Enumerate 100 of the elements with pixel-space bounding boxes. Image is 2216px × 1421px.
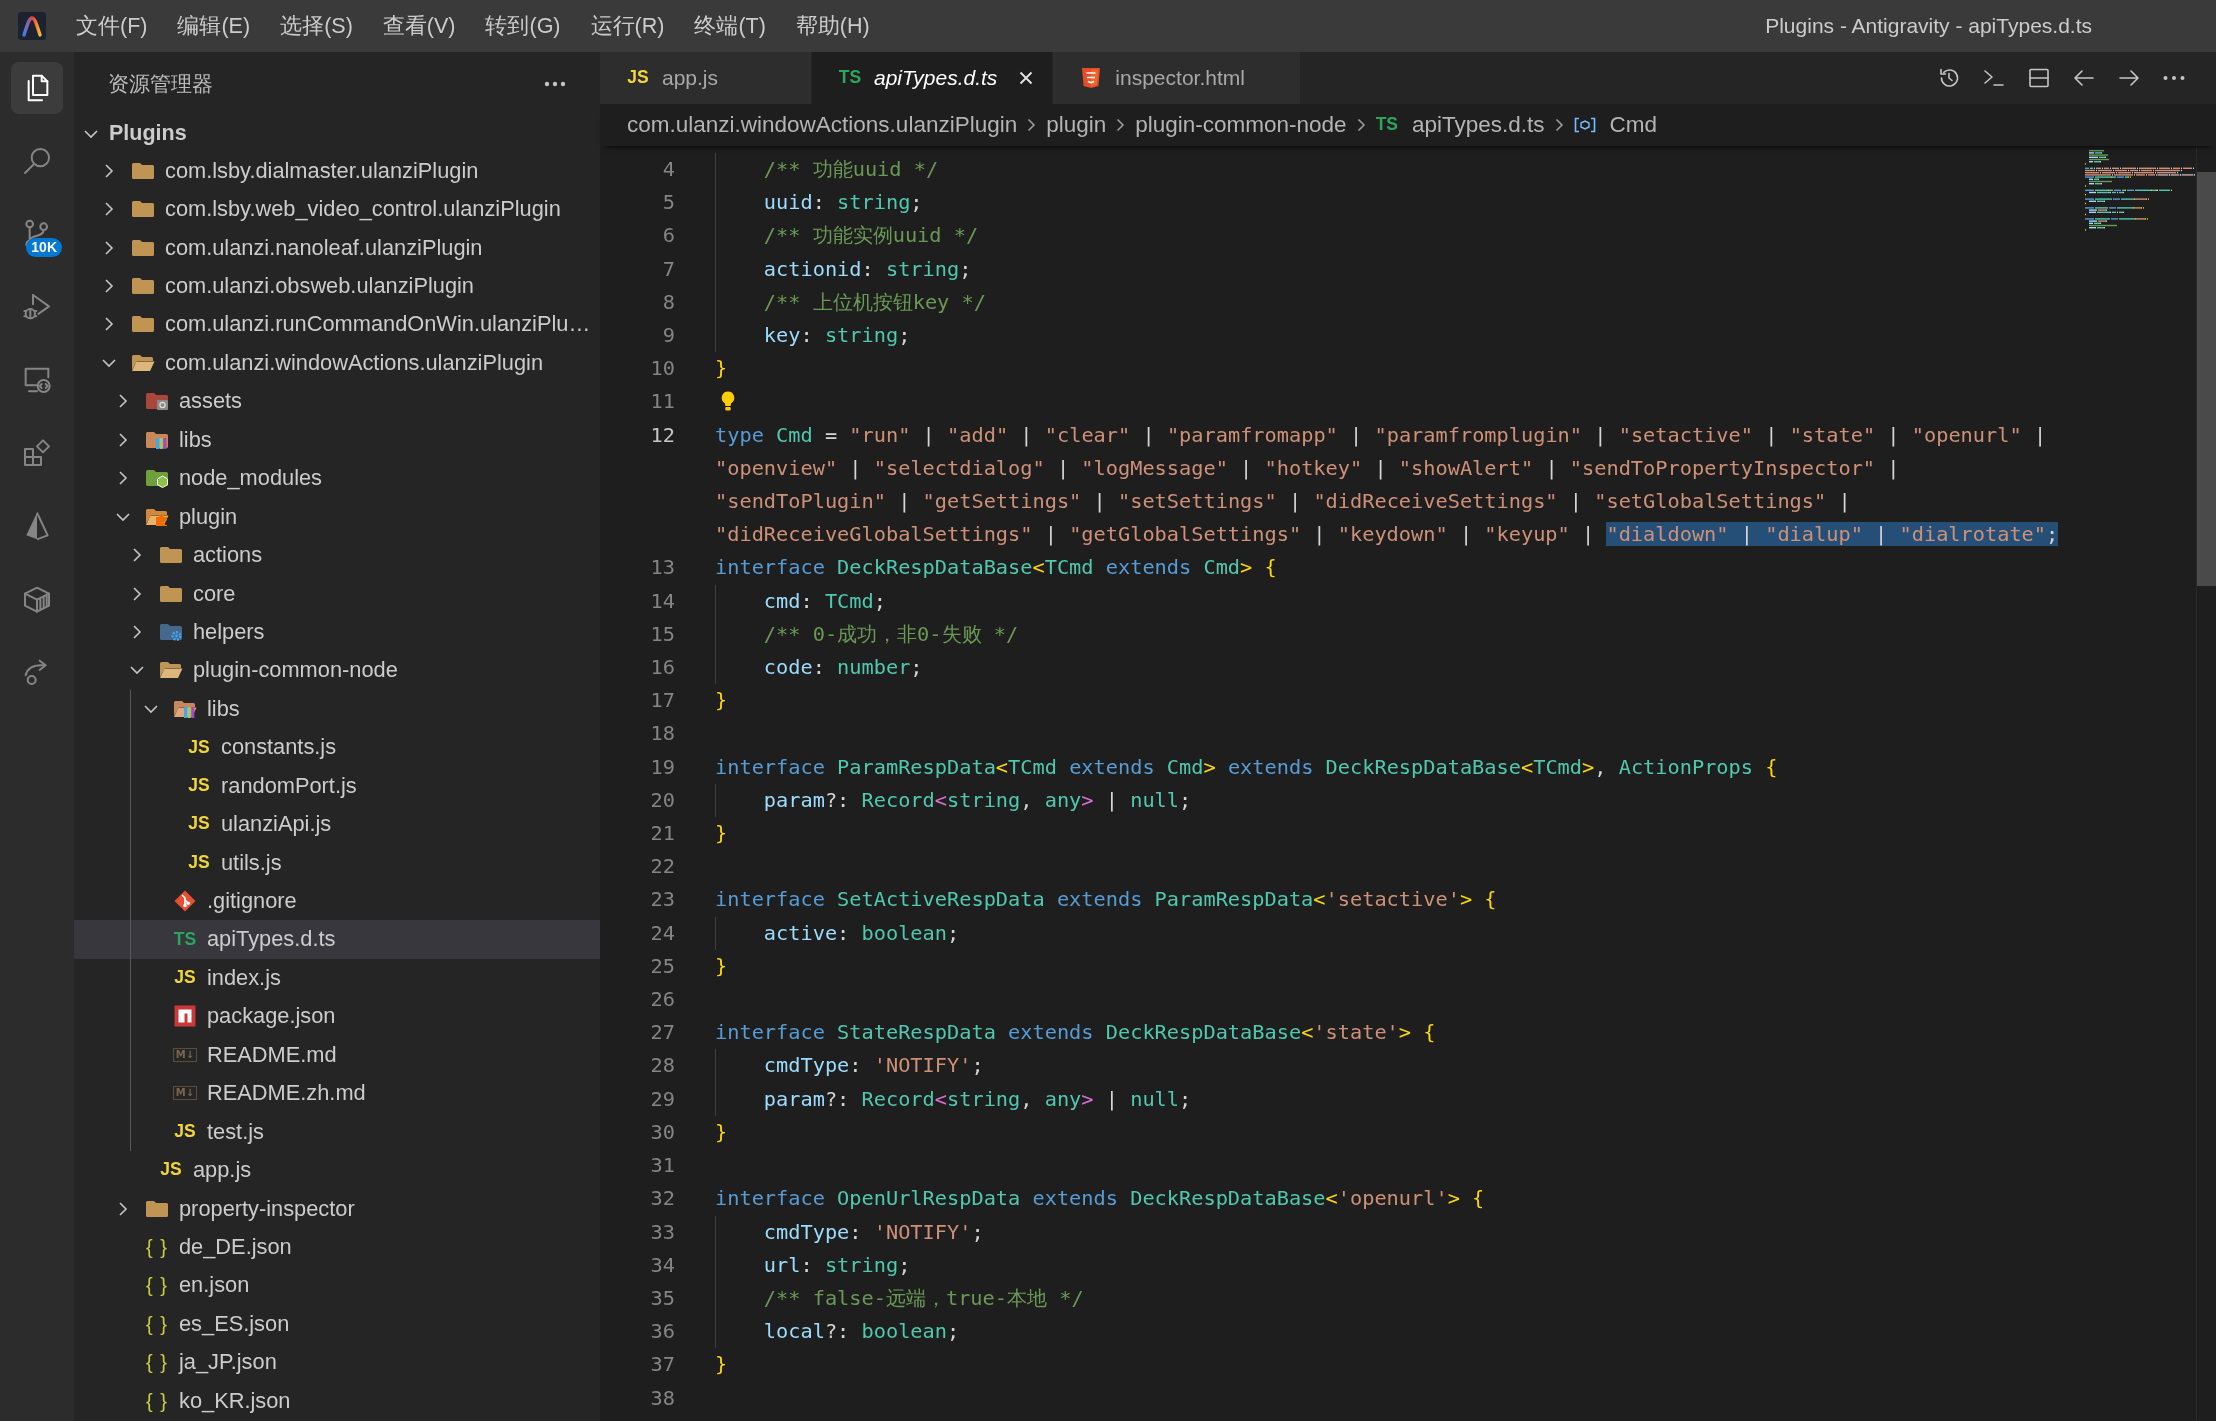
code-line: actionid: string;: [763, 255, 973, 283]
history-icon[interactable]: [1937, 66, 1961, 90]
tree-item[interactable]: property-inspector: [74, 1189, 600, 1228]
open-folder-icon: [173, 698, 197, 719]
open-folder-icon: [131, 352, 155, 373]
line-number: 33: [649, 1218, 675, 1246]
tree-item[interactable]: JS test.js: [74, 1112, 600, 1151]
tree-item[interactable]: core: [74, 574, 600, 613]
file-type-icon: JS: [188, 853, 210, 872]
more-icon[interactable]: [544, 81, 566, 87]
code-line: }: [715, 1118, 729, 1146]
file-type-icon: { }: [146, 1236, 168, 1257]
chevron-right-icon: [1554, 118, 1564, 132]
folder-icon: [145, 429, 169, 450]
tree-item[interactable]: M↓ README.md: [74, 1035, 600, 1074]
tree-item[interactable]: com.ulanzi.nanoleaf.ulanziPlugin: [74, 228, 600, 267]
breadcrumb-item[interactable]: Cmd: [1573, 112, 1658, 138]
tree-item[interactable]: com.lsby.dialmaster.ulanziPlugin: [74, 151, 600, 190]
file-type-icon: JS: [174, 969, 196, 987]
activity-bar-item[interactable]: 10K: [11, 208, 63, 260]
code-line: /** 上位机按钮key */: [763, 288, 987, 316]
code-line: interface DeckRespDataBase<TCmd extends Cmd> {: [715, 554, 1278, 582]
menu-item[interactable]: 查看(V): [382, 11, 456, 41]
tree-item[interactable]: actions: [74, 535, 600, 575]
code-line: }: [715, 1351, 729, 1379]
line-number: 6: [661, 222, 675, 250]
lightbulb-icon[interactable]: [721, 391, 735, 412]
tree-item[interactable]: .gitignore: [74, 881, 600, 921]
file-type-icon: TS: [838, 69, 862, 87]
tree-item[interactable]: { } es_ES.json: [74, 1304, 600, 1344]
line-number: 12: [649, 421, 675, 449]
tree-item[interactable]: JS utils.js: [74, 843, 600, 882]
line-number: 7: [661, 255, 675, 283]
file-type-icon: M↓: [172, 1086, 198, 1101]
tree-item[interactable]: com.ulanzi.runCommandOnWin.ulanziPlu…: [74, 305, 600, 344]
tree-item[interactable]: JS app.js: [74, 1150, 600, 1190]
file-type-icon: JS: [188, 776, 210, 795]
tree-item[interactable]: package.json: [74, 997, 600, 1036]
tree-item[interactable]: assets: [74, 382, 600, 421]
code-line: code: number;: [763, 654, 924, 682]
tree-item[interactable]: { } ko_KR.json: [74, 1381, 600, 1420]
line-number: 16: [649, 654, 675, 682]
breadcrumb-item[interactable]: plugin: [1046, 112, 1107, 138]
tree-item[interactable]: JS randomPort.js: [74, 766, 600, 805]
file-type-icon: JS: [188, 815, 210, 833]
close-icon[interactable]: [1019, 71, 1034, 85]
tree-item[interactable]: JS ulanziApi.js: [74, 804, 600, 844]
tree-item[interactable]: JS index.js: [74, 958, 600, 998]
tree-item[interactable]: JS constants.js: [74, 728, 600, 767]
menu-item[interactable]: 帮助(H): [795, 11, 870, 41]
tree-item[interactable]: { } ja_JP.json: [74, 1343, 600, 1382]
menu-item[interactable]: 选择(S): [280, 11, 353, 41]
tree-item[interactable]: com.ulanzi.windowActions.ulanziPlugin: [74, 343, 600, 383]
line-number: 25: [649, 952, 675, 980]
extensions-icon: [21, 437, 53, 469]
line-number: 28: [649, 1052, 675, 1080]
code-line: interface SetActiveRespData extends ParamRespData<'setactive'> {: [715, 886, 1498, 914]
tree-item[interactable]: M↓ README.zh.md: [74, 1074, 600, 1113]
file-type-icon: [174, 1005, 196, 1028]
folder-icon: [145, 391, 169, 412]
file-type-icon: JS: [160, 1161, 182, 1179]
line-number: 31: [649, 1152, 675, 1180]
editor-tab[interactable]: TS apiTypes.d.ts: [812, 52, 1054, 104]
tree-item[interactable]: node_modules: [74, 459, 600, 498]
breadcrumb-item[interactable]: com.ulanzi.windowActions.ulanziPlugin: [627, 112, 1018, 138]
tree-item[interactable]: com.ulanzi.obsweb.ulanziPlugin: [74, 266, 600, 306]
folder-icon: [159, 545, 183, 566]
scrollbar-thumb[interactable]: [2197, 172, 2216, 586]
app-logo[interactable]: [18, 12, 46, 40]
code-line: cmd: TCmd;: [763, 587, 887, 615]
menu-item[interactable]: 终端(T): [694, 11, 766, 41]
editor-tab[interactable]: inspector.html: [1053, 52, 1301, 104]
folder-icon: [159, 583, 183, 604]
line-number: 22: [649, 853, 675, 881]
menu-item[interactable]: 转到(G): [485, 11, 561, 41]
tree-item[interactable]: libs: [74, 689, 600, 729]
menu-item[interactable]: 文件(F): [76, 11, 148, 41]
tree-item[interactable]: plugin: [74, 497, 600, 536]
tree-item[interactable]: helpers: [74, 612, 600, 652]
tree-item[interactable]: plugin-common-node: [74, 651, 600, 690]
menu-item[interactable]: 运行(R): [590, 11, 665, 41]
activity-bar-item[interactable]: [11, 62, 63, 114]
editor-tab[interactable]: JS app.js: [600, 52, 812, 104]
file-type-icon: TS: [173, 930, 197, 949]
file-type-icon: [174, 890, 196, 913]
tree-item[interactable]: libs: [74, 420, 600, 459]
tree-item[interactable]: { } en.json: [74, 1266, 600, 1305]
tree-item[interactable]: TS apiTypes.d.ts: [74, 920, 600, 959]
tree-item[interactable]: com.lsby.web_video_control.ulanziPlugin: [74, 189, 600, 229]
line-number: 37: [649, 1351, 675, 1379]
section-header[interactable]: Plugins: [74, 116, 600, 152]
breadcrumb-item[interactable]: plugin-common-node: [1135, 112, 1347, 138]
code-line: param?: Record<string, any> | null;: [763, 786, 1193, 814]
split-layout-icon[interactable]: [2027, 66, 2051, 90]
code-line: /** 0-成功，非0-失败 */: [763, 620, 1020, 648]
tree-item[interactable]: { } de_DE.json: [74, 1227, 600, 1267]
line-number: 11: [649, 388, 675, 416]
breadcrumb-item[interactable]: TS apiTypes.d.ts: [1375, 112, 1545, 138]
sidebar-title: 资源管理器: [108, 71, 213, 97]
menu-item[interactable]: 编辑(E): [177, 11, 251, 41]
